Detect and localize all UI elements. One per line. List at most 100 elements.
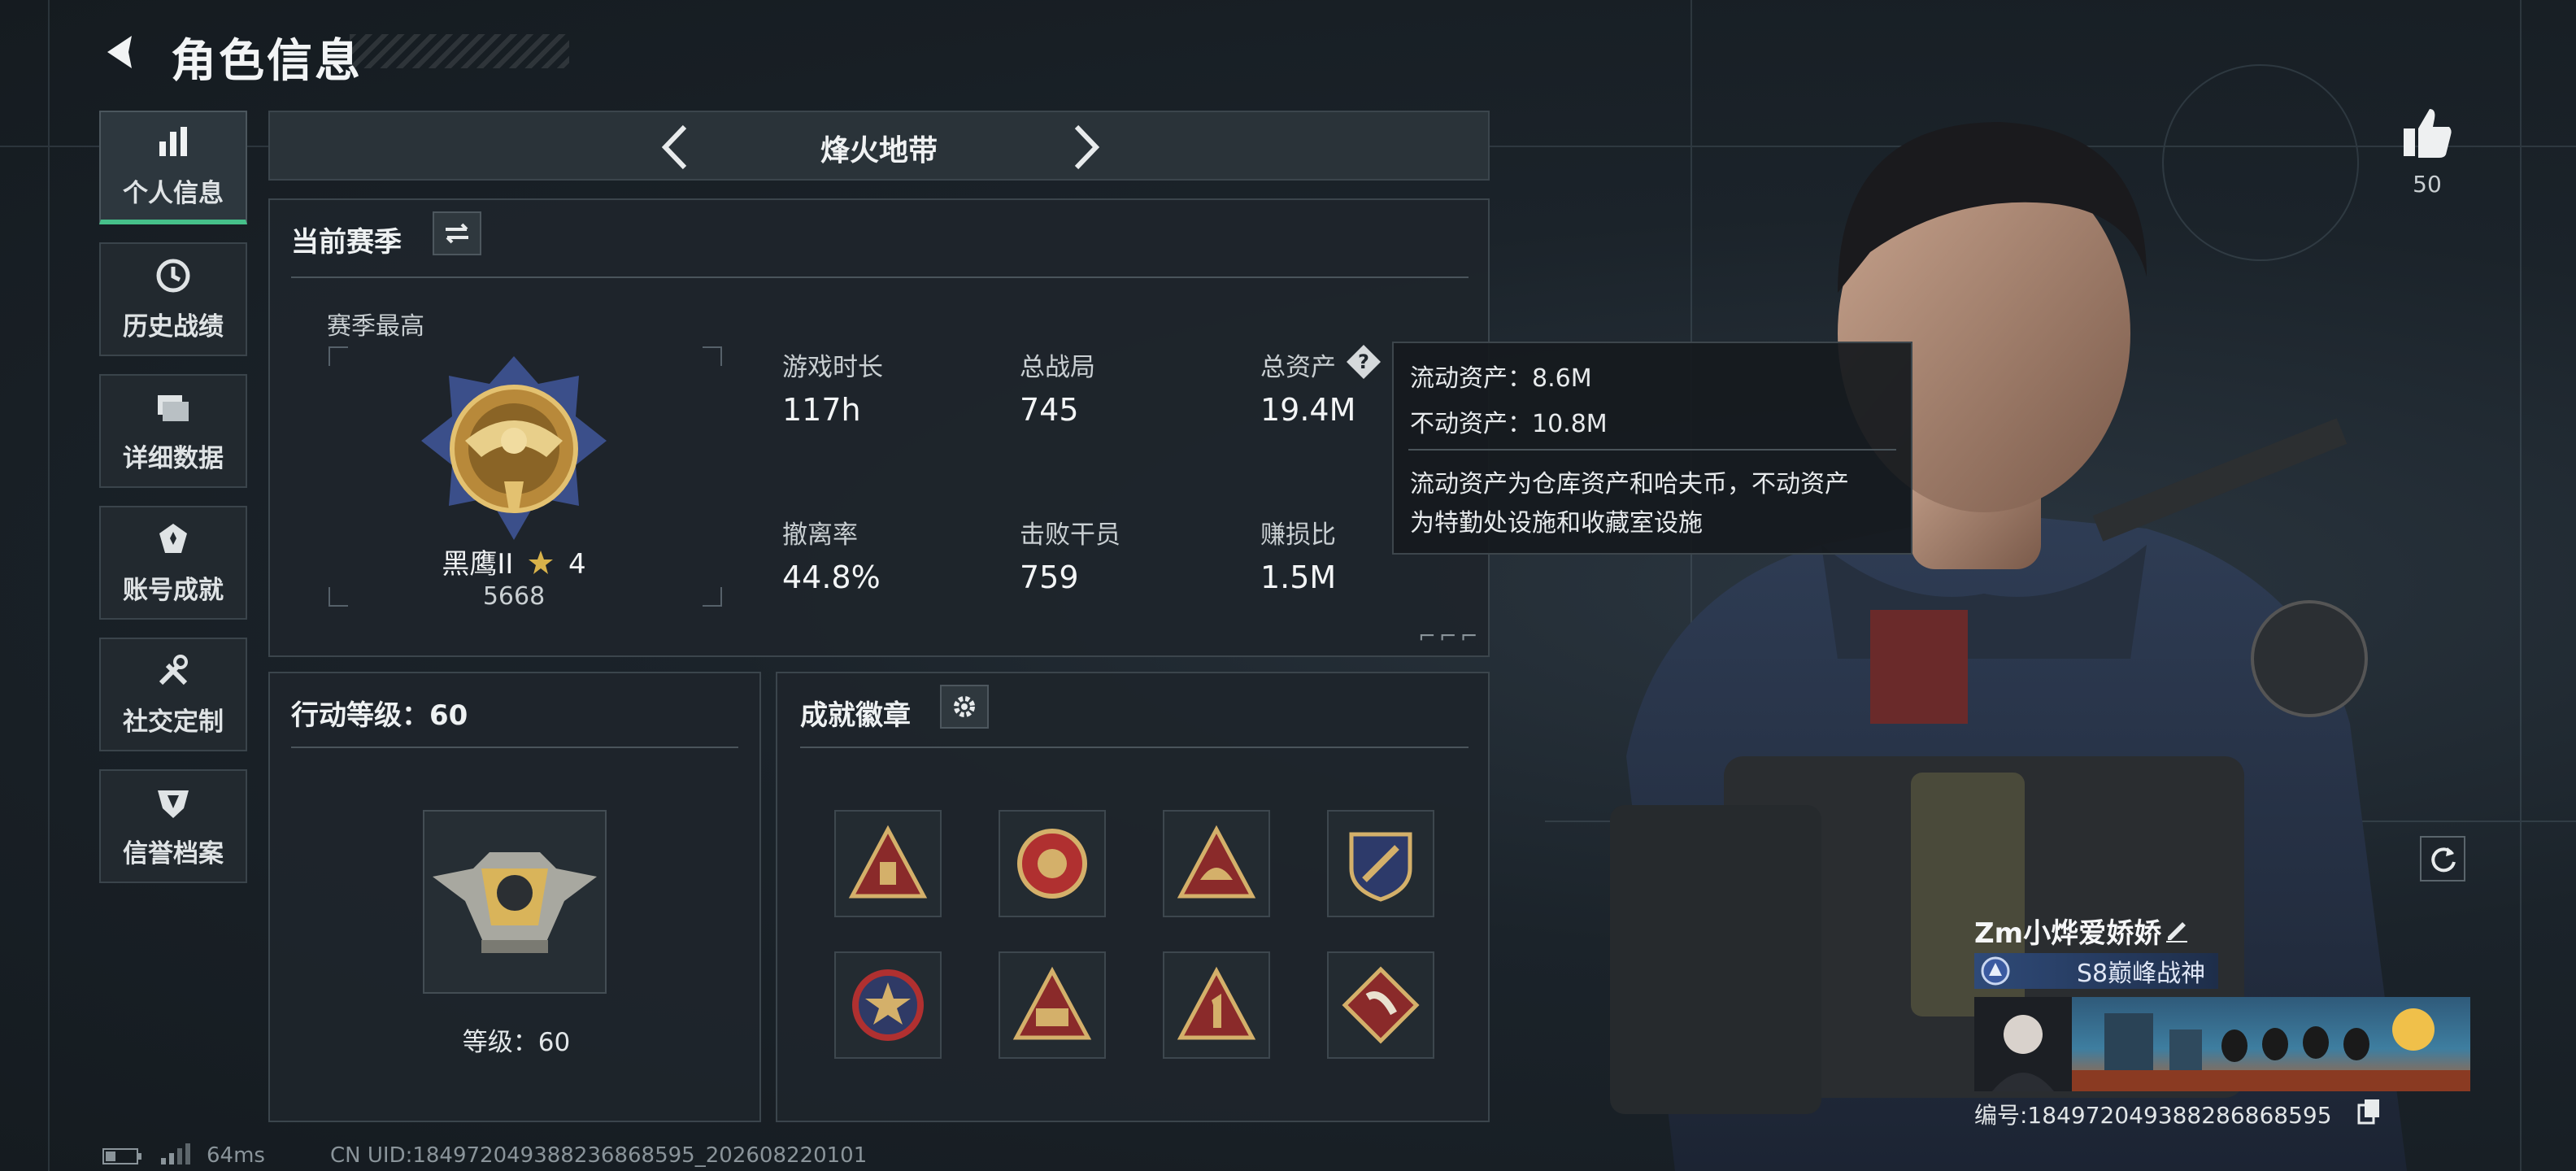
battery-icon xyxy=(102,1148,141,1164)
signal-icon xyxy=(161,1143,190,1164)
copy-icon[interactable] xyxy=(2356,1098,2382,1125)
achievements-settings-button[interactable] xyxy=(940,685,989,729)
level-panel: 行动等级：60 等级：60 xyxy=(268,672,761,1122)
tooltip-fixed: 不动资产：10.8M xyxy=(1410,410,1608,438)
edit-icon[interactable] xyxy=(2163,916,2191,943)
badge-3-icon xyxy=(1177,825,1256,899)
frame-corner xyxy=(329,346,348,366)
achievement-badge[interactable] xyxy=(1163,951,1270,1059)
profile-card: Zm小烨爱娇娇 S8巅峰战神 编号:18497204938828686859​5 xyxy=(1971,908,2475,1135)
profile-banner xyxy=(1974,997,2470,1091)
tooltip-desc-line2: 为特勤处设施和收藏室设施 xyxy=(1410,509,1703,538)
nav-label: 详细数据 xyxy=(123,443,224,473)
rank-name: 黑鹰II xyxy=(442,548,514,581)
stat-value: 117h xyxy=(782,392,861,428)
back-button[interactable] xyxy=(96,29,153,75)
nav-social-custom[interactable]: 社交定制 xyxy=(99,638,247,751)
frame-corner xyxy=(703,346,722,366)
star-icon xyxy=(529,551,554,574)
nav-personal-info[interactable]: 个人信息 xyxy=(99,111,247,224)
nav-label: 账号成就 xyxy=(123,575,224,605)
stat-label: 赚损比 xyxy=(1260,520,1336,550)
folder-icon xyxy=(158,394,189,421)
level-emblem-frame xyxy=(423,810,607,994)
help-icon[interactable]: ? xyxy=(1345,343,1382,381)
tools-icon xyxy=(159,654,188,685)
stat-value: 19.4M xyxy=(1260,392,1356,428)
stat-value: 1.5M xyxy=(1260,559,1337,595)
shield-icon xyxy=(158,790,189,818)
banner-art xyxy=(1974,997,2470,1091)
tooltip-desc-line1: 流动资产为仓库资产和哈夫币，不动资产 xyxy=(1410,470,1849,498)
asset-tooltip: 流动资产：8.6M 不动资产：10.8M 流动资产为仓库资产和哈夫币，不动资产 … xyxy=(1392,342,1912,555)
achievements-panel: 成就徽章 xyxy=(776,672,1490,1122)
title-badge-text: S8巅峰战神 xyxy=(2077,960,2206,988)
rank-score: 5668 xyxy=(482,582,546,611)
achievements-title: 成就徽章 xyxy=(800,699,911,732)
refresh-icon xyxy=(2431,847,2456,873)
nav-label: 社交定制 xyxy=(123,707,224,737)
rank-emblem-icon xyxy=(421,356,607,540)
rotate-button[interactable] xyxy=(2420,836,2465,882)
title-emblem-icon xyxy=(1981,956,2010,986)
nav-label: 信誉档案 xyxy=(123,838,224,868)
divider xyxy=(291,276,1469,278)
nav-history[interactable]: 历史战绩 xyxy=(99,242,247,356)
level-title: 行动等级：60 xyxy=(291,699,468,732)
clock-icon xyxy=(156,259,190,292)
nav-detailed-data[interactable]: 详细数据 xyxy=(99,374,247,488)
mode-selector: 烽火地带 xyxy=(268,111,1490,181)
achievement-badge[interactable] xyxy=(834,810,942,917)
badge-8-icon xyxy=(1342,966,1420,1044)
level-emblem-icon xyxy=(433,852,597,953)
stat-label: 撤离率 xyxy=(782,520,858,550)
panel-deco: ⌐⌐⌐ xyxy=(1418,625,1482,649)
badge-5-icon xyxy=(852,969,924,1041)
achievement-badge[interactable] xyxy=(834,951,942,1059)
player-id: 编号:18497204938828686859​5 xyxy=(1974,1102,2332,1129)
season-title: 当前赛季 xyxy=(291,226,402,259)
achievement-badge[interactable] xyxy=(1327,951,1434,1059)
stat-label: 击败干员 xyxy=(1020,520,1120,550)
badge-4-icon xyxy=(1349,832,1412,902)
back-arrow-icon xyxy=(107,36,132,68)
stat-label: 游戏时长 xyxy=(782,353,883,382)
svg-text:?: ? xyxy=(1358,350,1369,373)
tooltip-divider xyxy=(1408,449,1896,451)
badge-7-icon xyxy=(1177,966,1256,1040)
medal-icon xyxy=(159,523,187,553)
switch-season-button[interactable] xyxy=(433,211,481,255)
badge-1-icon xyxy=(848,825,928,899)
bar-chart-icon xyxy=(159,126,187,156)
level-label: 等级：60 xyxy=(462,1028,571,1057)
title-decoration xyxy=(350,34,569,68)
stat-label: 总资产 xyxy=(1260,353,1336,382)
achievement-badge[interactable] xyxy=(1327,810,1434,917)
achievement-badge[interactable] xyxy=(1163,810,1270,917)
swap-icon xyxy=(446,223,468,244)
nav-reputation[interactable]: 信誉档案 xyxy=(99,769,247,883)
season-best-label: 赛季最高 xyxy=(327,312,424,341)
title-badge: S8巅峰战神 xyxy=(1974,953,2218,989)
stat-value: 745 xyxy=(1020,392,1079,428)
season-panel: 当前赛季 赛季最高 黑鹰II 4 5668 游戏时长 117h 总战局 745 … xyxy=(268,198,1490,657)
badge-2-icon xyxy=(1017,829,1087,899)
stat-value: 44.8% xyxy=(782,559,881,595)
achievement-badge[interactable] xyxy=(999,810,1106,917)
gear-icon xyxy=(954,696,975,717)
next-mode-button[interactable] xyxy=(1060,120,1109,174)
nav-achievements[interactable]: 账号成就 xyxy=(99,506,247,620)
tooltip-liquid: 流动资产：8.6M xyxy=(1410,364,1592,393)
nav-label: 历史战绩 xyxy=(123,311,224,342)
rank-line: 黑鹰II 4 xyxy=(270,542,758,581)
mode-title: 烽火地带 xyxy=(820,134,938,168)
thumbs-up-icon[interactable] xyxy=(2399,104,2456,161)
page-title: 角色信息 xyxy=(171,35,363,88)
likes-count: 50 xyxy=(2413,171,2442,198)
stat-label: 总战局 xyxy=(1020,353,1095,382)
achievement-badge[interactable] xyxy=(999,951,1106,1059)
divider xyxy=(291,747,738,748)
badge-6-icon xyxy=(1012,966,1092,1040)
divider xyxy=(800,747,1469,748)
uid-text: CN UID:18497204938823686859​5_2026082201… xyxy=(330,1143,868,1168)
